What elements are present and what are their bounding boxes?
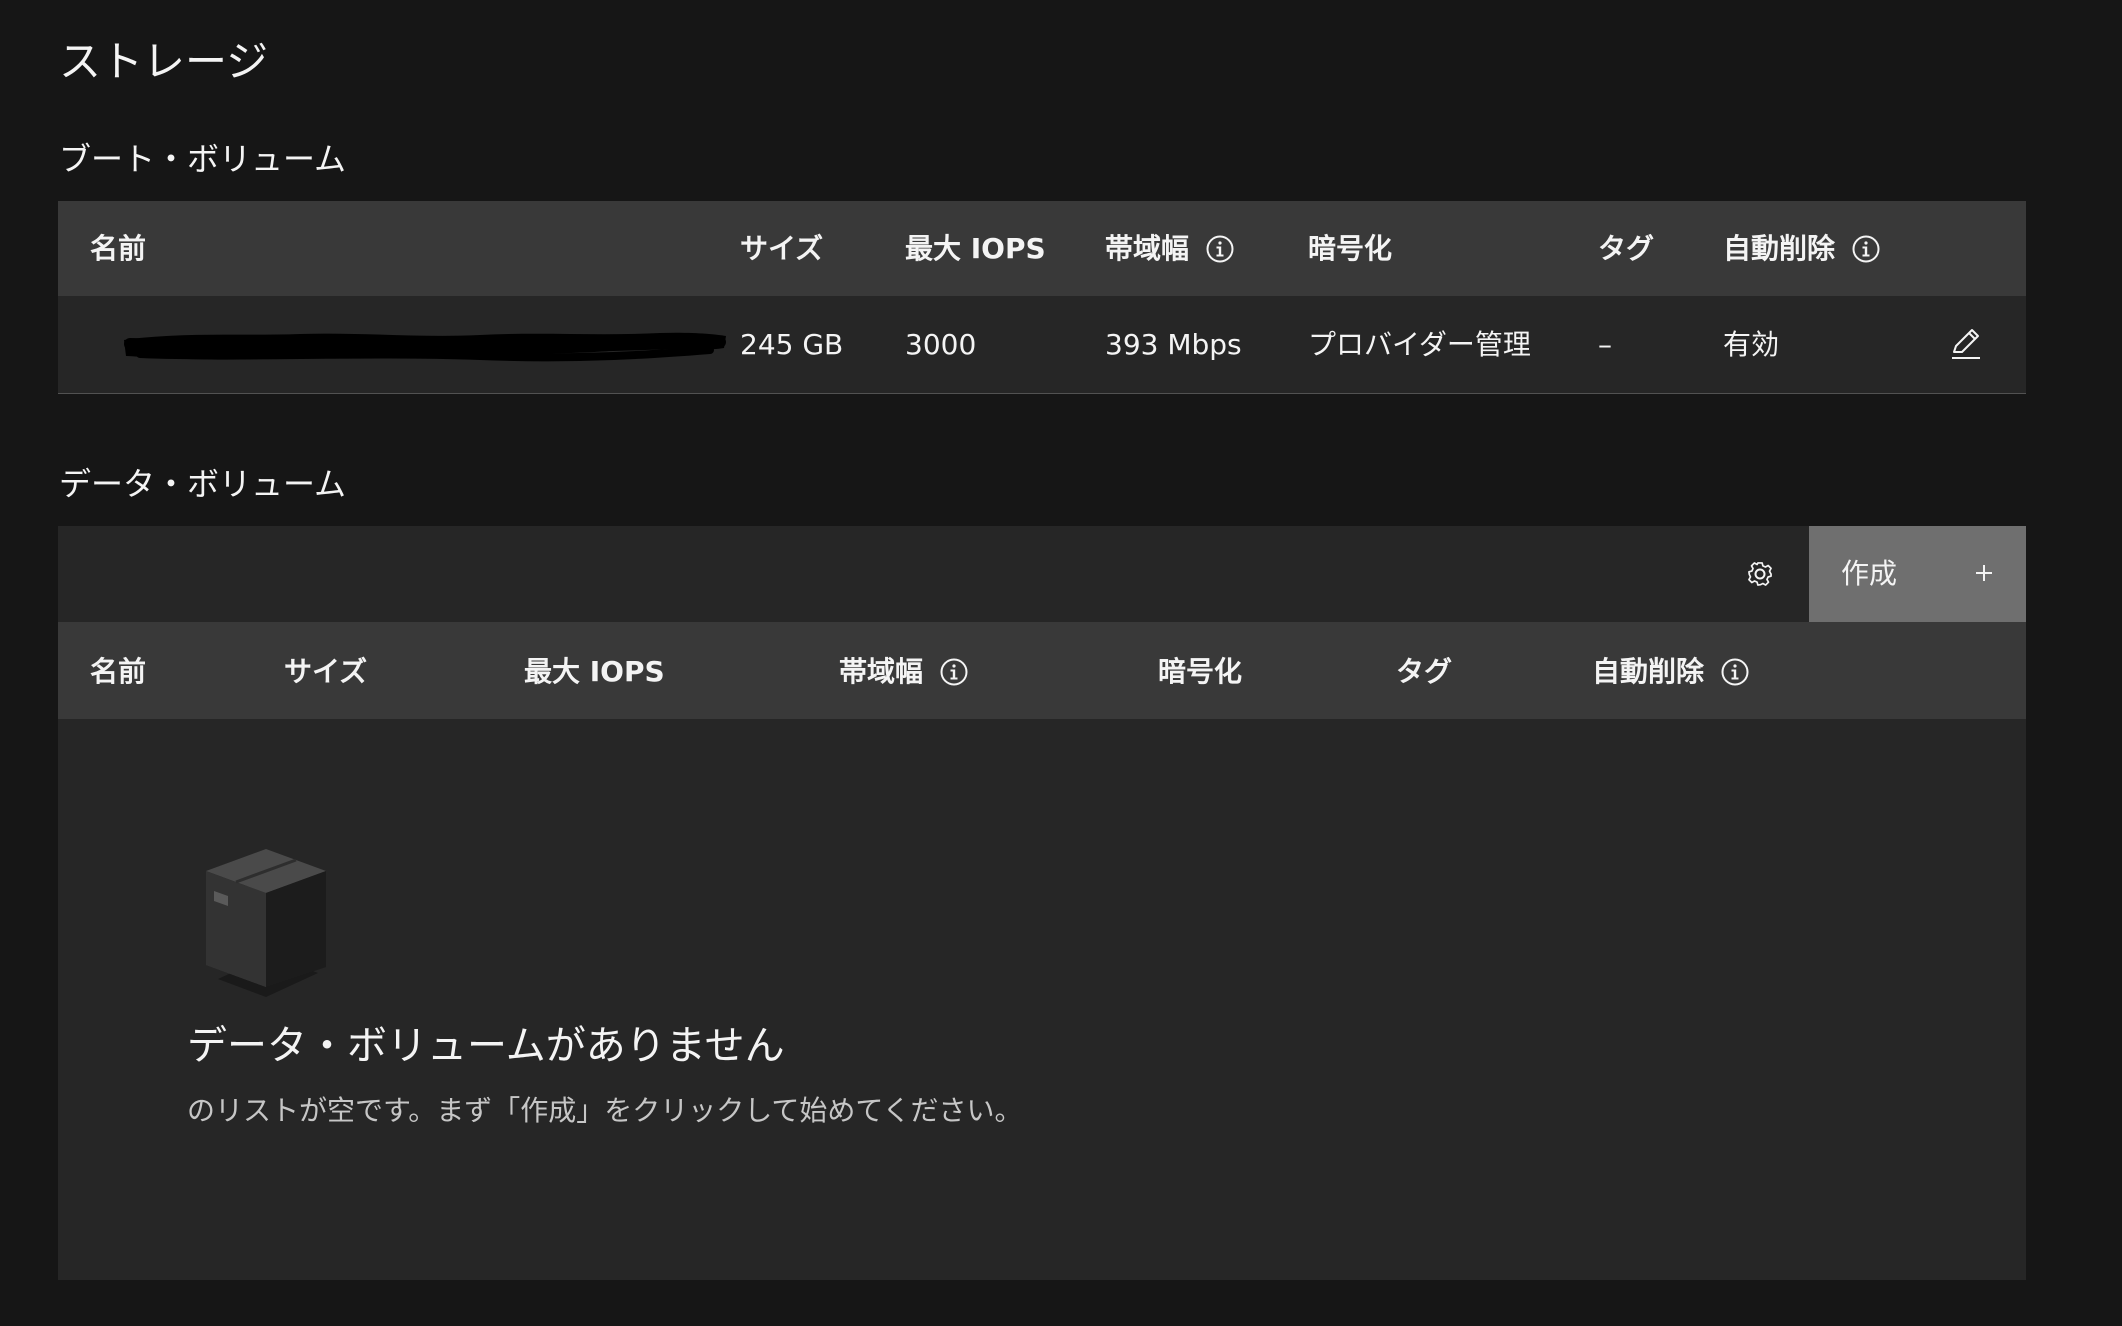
empty-state: データ・ボリュームがありません のリストが空です。まず「作成」をクリックして始め… (58, 719, 2026, 1279)
page-title: ストレージ (59, 37, 269, 86)
empty-state-title: データ・ボリュームがありません (187, 1023, 785, 1069)
create-button-label: 作成 (1841, 557, 1898, 590)
column-label: 名前 (90, 655, 147, 688)
edit-icon[interactable] (1948, 326, 1984, 362)
table-header: 名前 サイズ 最大 IOPS 帯域幅 暗号化 タグ 自動削除 (58, 201, 2026, 296)
column-header-name[interactable]: 名前 (90, 201, 146, 296)
info-icon[interactable] (939, 657, 969, 687)
column-label: サイズ (284, 655, 368, 688)
cell-name[interactable] (90, 296, 726, 393)
info-icon[interactable] (1851, 234, 1881, 264)
column-label: 自動削除 (1592, 655, 1705, 688)
column-header-auto-delete[interactable]: 自動削除 (1723, 201, 1881, 296)
column-label: 帯域幅 (1105, 232, 1190, 265)
column-label: 暗号化 (1308, 232, 1393, 265)
column-label: 最大 IOPS (524, 655, 665, 688)
column-label: タグ (1396, 655, 1453, 688)
column-label: 帯域幅 (839, 655, 924, 688)
cell-auto-delete: 有効 (1723, 328, 1780, 361)
plus-icon (1976, 565, 1992, 581)
redacted-mark (124, 332, 726, 362)
column-header-encryption[interactable]: 暗号化 (1158, 624, 1242, 719)
boot-volumes-title: ブート・ボリューム (59, 140, 347, 178)
cell-max-iops: 3000 (905, 328, 977, 361)
column-header-bandwidth[interactable]: 帯域幅 (1105, 201, 1235, 296)
cell-bandwidth: 393 Mbps (1105, 328, 1242, 361)
gear-icon[interactable] (1738, 552, 1782, 596)
column-header-max-iops[interactable]: 最大 IOPS (905, 201, 1046, 296)
cell-tags: – (1598, 328, 1612, 361)
data-volumes-title: データ・ボリューム (59, 465, 347, 503)
column-label: タグ (1598, 232, 1655, 265)
empty-state-description: のリストが空です。まず「作成」をクリックして始めてください。 (187, 1094, 1023, 1127)
column-label: サイズ (740, 232, 824, 265)
column-header-auto-delete[interactable]: 自動削除 (1592, 624, 1750, 719)
table-toolbar: 作成 (58, 526, 2026, 624)
storage-page: ストレージ ブート・ボリューム 名前 サイズ 最大 IOPS 帯域幅 暗号化 タ… (0, 0, 2122, 1326)
info-icon[interactable] (1205, 234, 1235, 264)
cell-size: 245 GB (740, 328, 844, 361)
column-header-tags[interactable]: タグ (1396, 624, 1452, 719)
create-button[interactable]: 作成 (1809, 526, 2026, 622)
column-header-encryption[interactable]: 暗号化 (1308, 201, 1392, 296)
table-row: 245 GB 3000 393 Mbps プロバイダー管理 – 有効 (58, 296, 2026, 393)
column-label: 名前 (90, 232, 147, 265)
boot-volumes-table: 名前 サイズ 最大 IOPS 帯域幅 暗号化 タグ 自動削除 245 GB 30… (58, 201, 2026, 394)
column-header-tags[interactable]: タグ (1598, 201, 1654, 296)
column-header-bandwidth[interactable]: 帯域幅 (839, 624, 969, 719)
data-volumes-table: 作成 名前 サイズ 最大 IOPS 帯域幅 暗号化 タグ 自動削除 データ・ボリ… (58, 526, 2026, 1280)
column-header-name[interactable]: 名前 (90, 624, 146, 719)
table-header: 名前 サイズ 最大 IOPS 帯域幅 暗号化 タグ 自動削除 (58, 624, 2026, 719)
column-label: 暗号化 (1158, 655, 1243, 688)
cell-encryption: プロバイダー管理 (1308, 328, 1531, 361)
column-header-size[interactable]: サイズ (284, 624, 367, 719)
column-label: 最大 IOPS (905, 232, 1046, 265)
column-header-max-iops[interactable]: 最大 IOPS (524, 624, 665, 719)
column-label: 自動削除 (1723, 232, 1836, 265)
info-icon[interactable] (1720, 657, 1750, 687)
column-header-size[interactable]: サイズ (740, 201, 823, 296)
box-icon (206, 849, 326, 997)
